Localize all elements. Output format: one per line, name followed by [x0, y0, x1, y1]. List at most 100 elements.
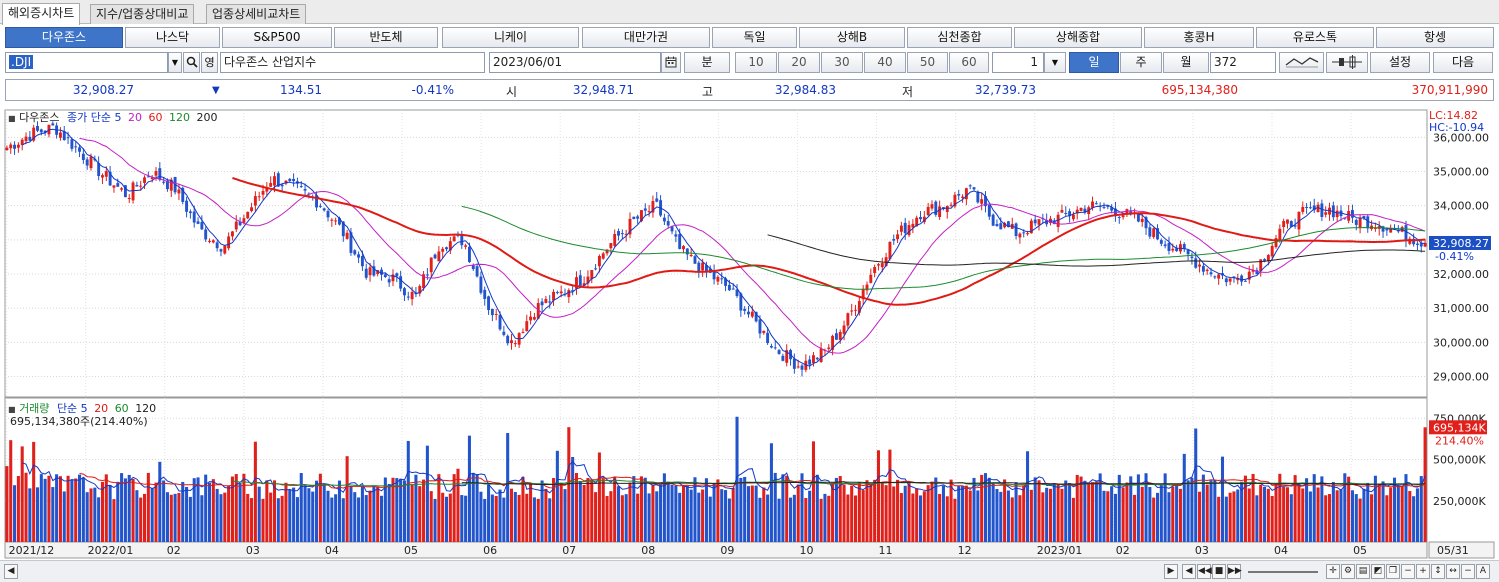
volume-bar — [811, 441, 816, 542]
calendar-icon[interactable] — [661, 52, 681, 73]
volume-bar — [1274, 485, 1278, 542]
candle-body — [185, 200, 189, 212]
period-month-button[interactable]: 월 — [1163, 52, 1209, 73]
volume-bar — [39, 474, 43, 542]
market-button-shenzhen[interactable]: 심천종합 — [907, 27, 1012, 48]
tab-overseas-chart[interactable]: 해외증시차트 — [2, 3, 81, 25]
volume-bar — [857, 481, 861, 542]
volume-bar — [253, 441, 257, 542]
time-axis — [4, 541, 1428, 559]
candle-body — [162, 181, 166, 183]
volume-bar — [873, 479, 877, 542]
candle-body — [330, 219, 334, 221]
candle-body — [1404, 225, 1408, 241]
market-button-hangseng[interactable]: 항셍 — [1376, 27, 1494, 48]
volume-bar — [32, 441, 36, 542]
volume-bar — [395, 478, 399, 542]
volume-bar — [169, 494, 173, 542]
gear-icon[interactable]: ⚙ — [1341, 564, 1355, 579]
interval-50-button[interactable]: 50 — [907, 52, 948, 73]
candle-body — [999, 223, 1003, 230]
market-button-shanghai-b[interactable]: 상해B — [799, 27, 905, 48]
volume-bar — [720, 489, 724, 542]
zoom-in-icon[interactable]: + — [1416, 564, 1430, 579]
rewind-icon[interactable]: ◀◀ — [1197, 564, 1212, 579]
tab-sector-compare[interactable]: 업종상세비교차트 — [206, 4, 307, 24]
market-button-nasdaq[interactable]: 나스닥 — [125, 27, 220, 48]
market-button-semiconductor[interactable]: 반도체 — [334, 27, 438, 48]
crosshair-icon[interactable]: ✛ — [1326, 564, 1340, 579]
market-button-hongkong-h[interactable]: 홍콩H — [1144, 27, 1254, 48]
chart-scrollbar[interactable]: ◀ ▶ ◀ ◀◀ ■ ▶▶ ✛ ⚙ ▤ ◩ ❐ − + ↕ ↔ − A — [0, 560, 1499, 582]
volume-tick-label: 250,000K — [1433, 495, 1486, 508]
zoom-out-icon[interactable]: − — [1401, 564, 1415, 579]
copy-icon[interactable]: ❐ — [1386, 564, 1400, 579]
market-button-eurostoxx[interactable]: 유로스톡 — [1256, 27, 1374, 48]
volume-bar — [1071, 497, 1075, 542]
scroll-right-icon[interactable]: ▶ — [1164, 564, 1178, 579]
text-size-icon[interactable]: A — [1476, 564, 1490, 579]
volume-bar — [1412, 496, 1416, 542]
market-button-shanghai[interactable]: 상해종합 — [1014, 27, 1142, 48]
market-button-taiwan[interactable]: 대만가권 — [582, 27, 710, 48]
interval-40-button[interactable]: 40 — [864, 52, 906, 73]
price-volume-chart[interactable]: 36,000.0035,000.0034,000.0033,000.0032,0… — [0, 105, 1499, 560]
interval-60-button[interactable]: 60 — [949, 52, 989, 73]
candle-body — [1213, 276, 1217, 278]
volume-bar — [418, 486, 422, 542]
period-week-button[interactable]: 주 — [1120, 52, 1162, 73]
chart-type-line-icon[interactable] — [1279, 52, 1324, 73]
tab-index-compare[interactable]: 지수/업종상대비교 — [90, 4, 195, 24]
play-back-icon[interactable]: ◀ — [1182, 564, 1196, 579]
expand-icon[interactable]: ↔ — [1446, 564, 1460, 579]
volume-bar — [196, 477, 200, 542]
market-button-nikkei[interactable]: 니케이 — [442, 27, 579, 48]
chart-type-candle-icon[interactable] — [1326, 52, 1368, 73]
count-input[interactable]: 372 — [1210, 52, 1276, 73]
step-dropdown-chevron-icon[interactable]: ▼ — [1044, 52, 1066, 73]
image-icon[interactable]: ◩ — [1371, 564, 1385, 579]
next-button[interactable]: 다음 — [1433, 52, 1493, 73]
volume-bar — [425, 445, 429, 542]
candle-body — [253, 196, 257, 206]
interval-20-button[interactable]: 20 — [778, 52, 820, 73]
market-button-germany[interactable]: 독일 — [712, 27, 797, 48]
fast-forward-icon[interactable]: ▶▶ — [1227, 564, 1242, 579]
symbol-input[interactable]: .DJI — [5, 52, 168, 73]
market-button-sp500[interactable]: S&P500 — [222, 27, 332, 48]
reset-icon[interactable]: ↕ — [1431, 564, 1445, 579]
candle-body — [930, 204, 934, 209]
interval-30-button[interactable]: 30 — [821, 52, 863, 73]
candle-body — [1060, 210, 1064, 213]
settings-button[interactable]: 설정 — [1370, 52, 1430, 73]
candle-body — [1201, 265, 1205, 272]
time-tick-label: 10 — [799, 544, 813, 557]
search-icon[interactable] — [183, 52, 200, 73]
symbol-dropdown-chevron-icon[interactable]: ▼ — [168, 52, 182, 73]
step-value-input[interactable]: 1 — [992, 52, 1044, 73]
candle-body — [334, 220, 338, 222]
candle-body — [873, 267, 877, 273]
stop-icon[interactable]: ■ — [1212, 564, 1226, 579]
scale-minus-icon[interactable]: − — [1461, 564, 1475, 579]
zoom-slider[interactable] — [1248, 571, 1318, 573]
minute-button[interactable]: 분 — [684, 52, 730, 73]
candle-body — [9, 144, 13, 149]
volume-bar — [762, 487, 766, 542]
candle-body — [464, 245, 468, 247]
market-button-dow[interactable]: 다우존스 — [5, 27, 123, 48]
volume-bar — [265, 480, 269, 542]
print-icon[interactable]: ▤ — [1356, 564, 1370, 579]
english-toggle-button[interactable]: 영 — [201, 52, 218, 73]
period-day-button[interactable]: 일 — [1069, 52, 1119, 73]
volume-bar — [681, 485, 686, 542]
volume-bar — [47, 475, 51, 542]
candle-body — [200, 222, 204, 230]
candle-body — [613, 234, 617, 246]
candle-body — [1018, 233, 1022, 238]
scroll-left-icon[interactable]: ◀ — [4, 564, 18, 579]
date-input[interactable]: 2023/06/01 — [489, 52, 661, 73]
interval-10-button[interactable]: 10 — [735, 52, 777, 73]
volume-bar — [647, 493, 651, 542]
candle-body — [1240, 275, 1244, 282]
